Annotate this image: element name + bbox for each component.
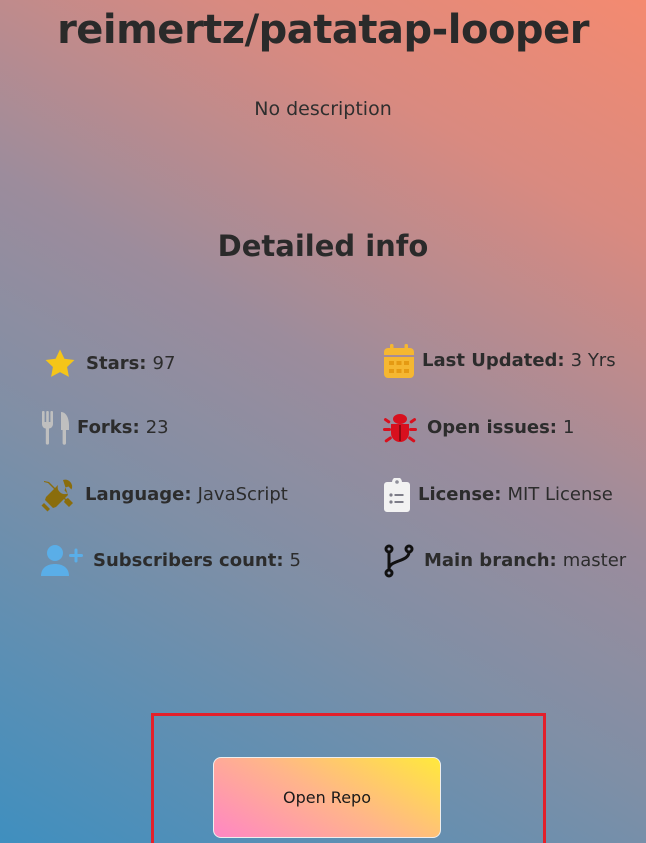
info-last-updated: Last Updated: 3 Yrs	[384, 344, 616, 378]
fork-knife-icon	[41, 411, 71, 445]
license-label: License:	[418, 484, 502, 505]
repo-description: No description	[254, 98, 392, 120]
info-license: License: MIT License	[384, 478, 613, 512]
bug-icon	[383, 411, 417, 445]
language-value: JavaScript	[197, 484, 288, 505]
language-label: Language:	[85, 484, 192, 505]
stars-label: Stars:	[86, 353, 147, 374]
tools-icon	[41, 478, 75, 512]
open-repo-button[interactable]: Open Repo	[213, 757, 441, 838]
info-subscribers: Subscribers count: 5	[41, 544, 301, 578]
info-main-branch: Main branch: master	[384, 544, 626, 578]
forks-label: Forks:	[77, 417, 140, 438]
open-issues-value: 1	[563, 417, 575, 438]
subscribers-value: 5	[289, 550, 301, 571]
info-language: Language: JavaScript	[41, 478, 288, 512]
calendar-icon	[384, 344, 414, 378]
star-icon	[42, 347, 78, 381]
license-value: MIT License	[507, 484, 613, 505]
last-updated-value: 3 Yrs	[570, 350, 616, 371]
git-branch-icon	[384, 544, 414, 578]
detailed-info-heading: Detailed info	[217, 229, 429, 263]
last-updated-label: Last Updated:	[422, 350, 565, 371]
repo-title: reimertz/patatap-looper	[57, 7, 589, 53]
stars-value: 97	[152, 353, 176, 374]
user-plus-icon	[41, 544, 83, 578]
info-open-issues: Open issues: 1	[383, 411, 574, 445]
main-branch-value: master	[562, 550, 627, 571]
forks-value: 23	[145, 417, 169, 438]
main-branch-label: Main branch:	[424, 550, 557, 571]
clipboard-list-icon	[384, 478, 410, 512]
open-issues-label: Open issues:	[427, 417, 558, 438]
subscribers-label: Subscribers count:	[93, 550, 284, 571]
info-stars: Stars: 97	[42, 347, 175, 381]
info-forks: Forks: 23	[41, 411, 169, 445]
